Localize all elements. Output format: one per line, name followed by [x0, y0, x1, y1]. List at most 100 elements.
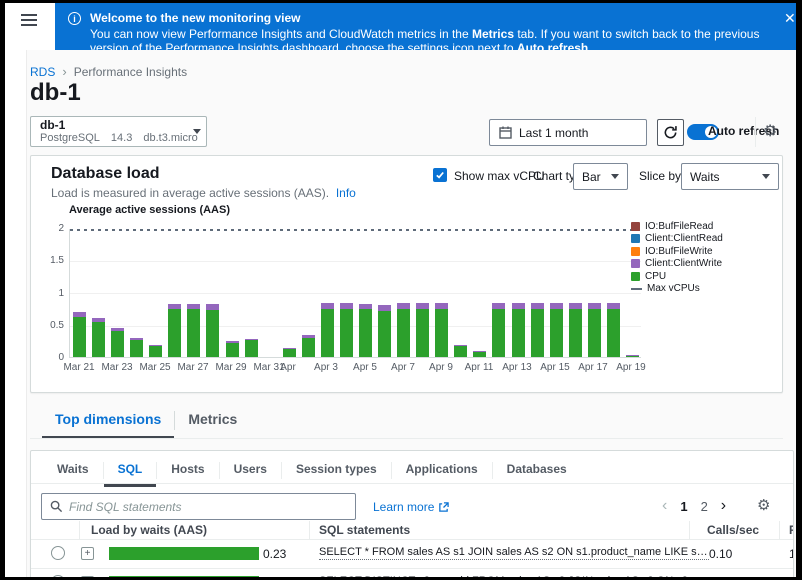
bar-cpu-segment — [92, 322, 105, 357]
check-icon — [435, 170, 445, 180]
bar-cpu-segment — [226, 343, 239, 357]
col-header-partial[interactable]: R — [789, 523, 794, 537]
bar-clientwrite-segment — [302, 335, 315, 338]
slice-by-label: Slice by — [639, 169, 681, 183]
bar-cpu-segment — [473, 352, 486, 357]
hamburger-menu-icon[interactable] — [21, 14, 37, 29]
chart-x-axis: Mar 21Mar 23Mar 25Mar 27Mar 29Mar 31AprA… — [69, 362, 641, 376]
bar-cpu-segment — [73, 317, 86, 357]
flash-banner: i Welcome to the new monitoring view You… — [55, 3, 796, 50]
learn-more-link[interactable]: Learn more — [373, 500, 449, 514]
legend-label: IO:BufFileRead — [645, 221, 713, 232]
search-input[interactable] — [69, 500, 347, 514]
col-header-calls[interactable]: Calls/sec — [707, 523, 759, 537]
load-chart-plot — [69, 229, 641, 358]
max-vcpus-line — [70, 229, 641, 231]
sql-statement[interactable]: SELECT * FROM sales AS s1 JOIN sales AS … — [319, 546, 709, 565]
bar-clientwrite-segment — [378, 305, 391, 311]
bar-cpu-segment — [321, 309, 334, 357]
db-load-subtitle: Load is measured in average active sessi… — [51, 186, 356, 200]
settings-gear-icon[interactable]: ⚙ — [763, 121, 777, 141]
bar-cpu-segment — [569, 309, 582, 357]
bar-clientwrite-segment — [130, 338, 143, 340]
external-link-icon — [438, 502, 449, 513]
pagination-next-icon[interactable]: › — [721, 497, 726, 515]
legend-label: Client:ClientRead — [645, 233, 723, 244]
row-radio[interactable] — [51, 546, 65, 560]
bar-cpu-segment — [206, 310, 219, 357]
bar-clientwrite-segment — [226, 341, 239, 343]
sql-search-box — [41, 493, 356, 520]
slice-by-select[interactable]: Waits — [681, 163, 779, 190]
y-tick-label: 1 — [58, 288, 64, 299]
pagination-page-1[interactable]: 1 — [680, 499, 687, 514]
bar-clientwrite-segment — [397, 303, 410, 309]
legend-swatch — [631, 272, 640, 281]
bar-cpu-segment — [130, 340, 143, 357]
info-link[interactable]: Info — [336, 186, 356, 200]
bar-cpu-segment — [149, 346, 162, 357]
pagination-page-2[interactable]: 2 — [701, 499, 708, 514]
y-tick-label: 2 — [58, 223, 64, 234]
banner-title: Welcome to the new monitoring view — [90, 11, 762, 25]
bar-clientwrite-segment — [245, 339, 258, 340]
banner-close-icon[interactable]: ✕ — [784, 11, 796, 25]
bar-cpu-segment — [168, 309, 181, 357]
bar-cpu-segment — [340, 309, 353, 357]
bar-cpu-segment — [454, 346, 467, 357]
collapsed-sidenav — [5, 50, 27, 580]
bar-cpu-segment — [245, 340, 258, 357]
table-settings-gear-icon[interactable]: ⚙ — [757, 496, 770, 514]
col-header-sql[interactable]: SQL statements — [319, 523, 410, 537]
bar-clientwrite-segment — [149, 345, 162, 346]
bar-cpu-segment — [416, 309, 429, 357]
chart-title: Average active sessions (AAS) — [69, 204, 230, 216]
chart-type-select[interactable]: Bar — [573, 163, 628, 190]
bar-clientwrite-segment — [588, 303, 601, 309]
chart-y-axis: 00.511.52 — [37, 229, 64, 358]
tabs-underline — [30, 438, 783, 439]
window-frame-left — [0, 0, 5, 580]
bar-cpu-segment — [550, 309, 563, 357]
breadcrumb: RDS › Performance Insights — [30, 64, 187, 79]
info-icon: i — [68, 12, 81, 25]
show-max-vcpu-checkbox[interactable] — [433, 168, 447, 182]
legend-label: Max vCPUs — [647, 283, 700, 294]
instance-selector[interactable]: db-1 PostgreSQL14.3db.t3.micro — [30, 116, 207, 147]
bar-cpu-segment — [626, 356, 639, 357]
refresh-button[interactable] — [657, 119, 684, 146]
time-range-value: Last 1 month — [519, 126, 588, 140]
bar-clientwrite-segment — [550, 303, 563, 309]
chevron-down-icon — [762, 174, 770, 179]
y-tick-label: 1.5 — [50, 255, 64, 266]
bar-clientwrite-segment — [92, 318, 105, 322]
bar-cpu-segment — [607, 309, 620, 357]
tab-metrics[interactable]: Metrics — [175, 406, 250, 439]
bar-cpu-segment — [588, 309, 601, 357]
bar-cpu-segment — [283, 349, 296, 357]
y-tick-label: 0.5 — [50, 320, 64, 331]
bar-clientwrite-segment — [283, 348, 296, 349]
top-level-tabs: Top dimensions Metrics — [42, 406, 250, 439]
bar-clientwrite-segment — [416, 303, 429, 309]
pagination-prev-icon[interactable]: ‹ — [662, 497, 667, 515]
refresh-icon — [663, 125, 678, 140]
bar-clientwrite-segment — [206, 304, 219, 310]
bar-cpu-segment — [531, 309, 544, 357]
tab-top-dimensions[interactable]: Top dimensions — [42, 406, 174, 439]
col-header-load[interactable]: Load by waits (AAS) — [91, 523, 207, 537]
legend-item: Client:ClientRead — [631, 233, 723, 246]
bar-clientwrite-segment — [626, 355, 639, 356]
chart-legend: IO:BufFileReadClient:ClientReadIO:BufFil… — [631, 220, 723, 295]
time-range-picker[interactable]: Last 1 month — [489, 119, 647, 146]
bar-clientwrite-segment — [531, 303, 544, 309]
bar-clientwrite-segment — [111, 328, 124, 331]
partial-value: 1 — [789, 547, 794, 561]
database-load-card: Database load Load is measured in averag… — [30, 155, 783, 393]
bar-clientwrite-segment — [473, 351, 486, 352]
row-expand-icon[interactable]: + — [81, 547, 94, 560]
chevron-down-icon — [193, 129, 201, 134]
breadcrumb-rds-link[interactable]: RDS — [30, 65, 55, 79]
calendar-icon — [499, 126, 512, 139]
chevron-down-icon — [611, 174, 619, 179]
